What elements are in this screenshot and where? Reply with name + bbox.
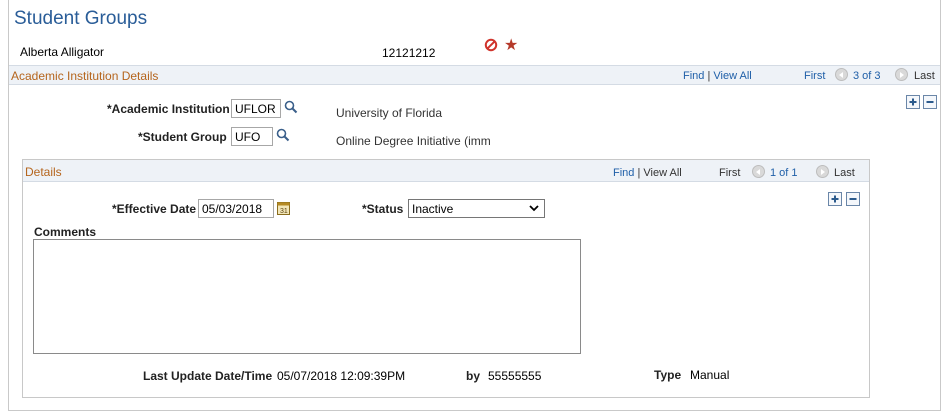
minus-icon — [926, 101, 934, 103]
student-group-description: Online Degree Initiative (imm — [336, 134, 491, 148]
add-details-row-button[interactable] — [828, 192, 842, 206]
page-title: Student Groups — [14, 8, 148, 29]
next-arrow-icon[interactable] — [816, 165, 829, 178]
last-update-label: Last Update Date/Time — [143, 369, 273, 383]
nav-separator: | — [707, 70, 711, 82]
remove-institution-row-button[interactable] — [923, 95, 937, 109]
details-section-bar — [23, 160, 869, 182]
institution-section-header: Academic Institution Details — [11, 69, 159, 83]
student-group-input[interactable] — [231, 127, 273, 146]
academic-institution-label: *Academic Institution — [107, 102, 230, 116]
next-arrow-icon[interactable] — [895, 68, 908, 81]
remove-details-row-button[interactable] — [846, 192, 860, 206]
star-icon[interactable]: ★ — [504, 38, 518, 54]
calendar-icon[interactable]: 31 — [277, 201, 290, 218]
status-selected-value: Inactive — [412, 202, 454, 216]
add-institution-row-button[interactable] — [906, 95, 920, 109]
status-select[interactable]: Inactive — [408, 199, 545, 218]
student-id: 12121212 — [382, 46, 436, 60]
details-find-link[interactable]: Find — [613, 167, 634, 179]
details-first-link[interactable]: First — [719, 167, 740, 179]
prohibited-icon[interactable] — [484, 38, 498, 55]
previous-arrow-icon[interactable] — [752, 165, 765, 178]
institution-find-link[interactable]: Find — [683, 70, 704, 82]
type-label: Type — [654, 368, 682, 382]
details-last-link[interactable]: Last — [834, 167, 855, 179]
updated-by-label: by — [466, 369, 481, 383]
status-label: *Status — [362, 202, 404, 216]
institution-view-all-link[interactable]: View All — [713, 70, 751, 82]
nav-separator: | — [637, 167, 641, 179]
previous-arrow-icon[interactable] — [835, 68, 848, 81]
academic-institution-description: University of Florida — [336, 106, 443, 120]
institution-position: 3 of 3 — [853, 70, 881, 82]
institution-nav: Find | View All — [683, 70, 752, 82]
type-value: Manual — [690, 368, 730, 382]
minus-icon — [849, 198, 857, 200]
chevron-down-icon — [528, 202, 540, 217]
magnifier-icon[interactable] — [276, 128, 290, 145]
academic-institution-input[interactable] — [231, 99, 281, 118]
details-section-header: Details — [25, 165, 62, 179]
details-position: 1 of 1 — [770, 167, 798, 179]
institution-first-link[interactable]: First — [804, 70, 825, 82]
details-nav: Find | View All — [613, 167, 682, 179]
details-view-all-link[interactable]: View All — [643, 167, 681, 179]
institution-last-link[interactable]: Last — [914, 70, 935, 82]
comments-textarea[interactable] — [33, 239, 581, 354]
svg-text:31: 31 — [280, 208, 288, 215]
updated-by-value: 55555555 — [488, 369, 542, 383]
student-name: Alberta Alligator — [20, 45, 105, 59]
effective-date-label: *Effective Date — [112, 202, 197, 216]
student-group-label: *Student Group — [138, 130, 227, 144]
comments-label: Comments — [34, 225, 97, 239]
magnifier-icon[interactable] — [284, 100, 298, 117]
effective-date-input[interactable] — [198, 199, 274, 218]
last-update-value: 05/07/2018 12:09:39PM — [277, 369, 406, 383]
plus-icon — [831, 195, 839, 203]
plus-icon — [909, 98, 917, 106]
